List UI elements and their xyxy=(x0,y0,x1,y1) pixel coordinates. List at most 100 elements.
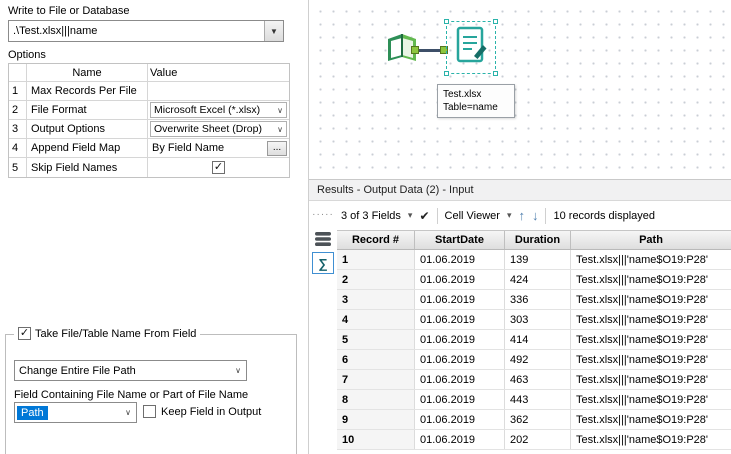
write-to-file-label: Write to File or Database xyxy=(8,5,130,17)
data-view-button[interactable] xyxy=(314,231,332,247)
startdate-cell: 01.06.2019 xyxy=(415,410,505,429)
row-number: 3 xyxy=(9,120,27,138)
file-format-dropdown[interactable]: Microsoft Excel (*.xlsx) ∨ xyxy=(150,102,287,118)
output-data-tool[interactable] xyxy=(454,25,488,67)
table-row[interactable]: 8 01.06.2019 443 Test.xlsx|||'name$O19:P… xyxy=(337,390,731,410)
records-displayed-label: 10 records displayed xyxy=(553,209,655,222)
cell-viewer-label[interactable]: Cell Viewer xyxy=(445,210,500,222)
file-path-value[interactable]: .\Test.xlsx|||name xyxy=(9,21,264,41)
record-number-cell: 5 xyxy=(337,330,415,349)
append-field-map-value: By Field Name xyxy=(152,142,225,154)
grid-header-row: Record # StartDate Duration Path xyxy=(337,230,731,250)
row-number: 1 xyxy=(9,82,27,100)
duration-cell: 336 xyxy=(505,290,571,309)
option-row-skip-field-names[interactable]: 5 Skip Field Names ✓ xyxy=(9,158,289,177)
table-row[interactable]: 3 01.06.2019 336 Test.xlsx|||'name$O19:P… xyxy=(337,290,731,310)
option-value-cell: Overwrite Sheet (Drop) ∨ xyxy=(148,120,289,138)
selection-handle[interactable] xyxy=(444,19,449,24)
file-name-mode-dropdown[interactable]: Change Entire File Path ∨ xyxy=(14,360,247,381)
results-side-strip: ····· ∑ xyxy=(309,201,337,454)
table-row[interactable]: 1 01.06.2019 139 Test.xlsx|||'name$O19:P… xyxy=(337,250,731,270)
duration-cell: 492 xyxy=(505,350,571,369)
keep-field-checkbox[interactable] xyxy=(143,405,156,418)
file-path-combobox[interactable]: .\Test.xlsx|||name ▼ xyxy=(8,20,284,42)
max-records-input[interactable] xyxy=(148,82,289,100)
tool-annotation[interactable]: Test.xlsx Table=name xyxy=(437,84,515,118)
header-startdate[interactable]: StartDate xyxy=(415,231,505,249)
metadata-view-button[interactable]: ∑ xyxy=(312,252,334,274)
toolbar-separator xyxy=(436,207,438,224)
startdate-cell: 01.06.2019 xyxy=(415,310,505,329)
workflow-canvas[interactable]: Test.xlsx Table=name xyxy=(308,0,731,179)
file-path-dropdown-button[interactable]: ▼ xyxy=(264,21,283,41)
option-row-append-field-map[interactable]: 4 Append Field Map By Field Name ... xyxy=(9,139,289,158)
drag-handle-icon[interactable]: ····· xyxy=(312,204,334,226)
results-title-bar: Results - Output Data (2) - Input xyxy=(309,179,731,201)
startdate-cell: 01.06.2019 xyxy=(415,290,505,309)
selection-handle[interactable] xyxy=(493,19,498,24)
option-name: Append Field Map xyxy=(27,139,148,157)
header-record-number[interactable]: Record # xyxy=(337,231,415,249)
path-cell: Test.xlsx|||'name$O19:P28' xyxy=(576,353,708,366)
record-number-cell: 7 xyxy=(337,370,415,389)
output-anchor[interactable] xyxy=(411,46,419,54)
path-cell: Test.xlsx|||'name$O19:P28' xyxy=(576,413,708,426)
table-row[interactable]: 6 01.06.2019 492 Test.xlsx|||'name$O19:P… xyxy=(337,350,731,370)
selection-handle[interactable] xyxy=(444,71,449,76)
record-number-cell: 6 xyxy=(337,350,415,369)
option-row-file-format[interactable]: 2 File Format Microsoft Excel (*.xlsx) ∨ xyxy=(9,101,289,120)
table-row[interactable]: 2 01.06.2019 424 Test.xlsx|||'name$O19:P… xyxy=(337,270,731,290)
output-data-config-panel: Write to File or Database .\Test.xlsx|||… xyxy=(0,0,308,454)
record-number-cell: 9 xyxy=(337,410,415,429)
record-number-cell: 1 xyxy=(337,250,415,269)
selection-handle[interactable] xyxy=(493,71,498,76)
output-options-dropdown[interactable]: Overwrite Sheet (Drop) ∨ xyxy=(150,121,287,137)
up-arrow-icon[interactable]: ↑ xyxy=(518,209,525,222)
output-data-tool-selection[interactable] xyxy=(444,19,498,76)
options-table: Name Value 1 Max Records Per File 2 File… xyxy=(8,63,290,178)
duration-cell: 202 xyxy=(505,430,571,449)
apply-check-icon[interactable]: ✔ xyxy=(419,209,429,223)
option-row-max-records[interactable]: 1 Max Records Per File xyxy=(9,82,289,101)
check-icon: ✓ xyxy=(213,161,224,173)
path-cell: Test.xlsx|||'name$O19:P28' xyxy=(576,313,708,326)
path-cell: Test.xlsx|||'name$O19:P28' xyxy=(576,273,708,286)
append-field-map-browse-button[interactable]: ... xyxy=(267,140,287,156)
fields-count-label[interactable]: 3 of 3 Fields xyxy=(341,210,401,222)
table-row[interactable]: 7 01.06.2019 463 Test.xlsx|||'name$O19:P… xyxy=(337,370,731,390)
take-file-name-checkbox[interactable]: ✓ xyxy=(18,327,31,340)
option-name: File Format xyxy=(27,101,148,119)
fields-dropdown-icon[interactable]: ▾ xyxy=(408,210,413,221)
sigma-glyph: ∑ xyxy=(318,255,328,271)
header-duration[interactable]: Duration xyxy=(505,231,571,249)
rows-icon xyxy=(315,232,331,246)
option-name: Max Records Per File xyxy=(27,82,148,100)
chevron-down-icon: ∨ xyxy=(117,403,136,422)
path-cell: Test.xlsx|||'name$O19:P28' xyxy=(576,393,708,406)
check-icon: ✓ xyxy=(19,327,30,339)
header-path[interactable]: Path xyxy=(571,231,731,249)
startdate-cell: 01.06.2019 xyxy=(415,430,505,449)
keep-field-option[interactable]: Keep Field in Output xyxy=(143,405,261,418)
path-cell: Test.xlsx|||'name$O19:P28' xyxy=(576,333,708,346)
option-row-output-options[interactable]: 3 Output Options Overwrite Sheet (Drop) … xyxy=(9,120,289,139)
file-format-value: Microsoft Excel (*.xlsx) xyxy=(154,104,261,116)
duration-cell: 362 xyxy=(505,410,571,429)
chevron-glyph: ∨ xyxy=(235,366,241,375)
record-number-cell: 10 xyxy=(337,430,415,449)
table-row[interactable]: 9 01.06.2019 362 Test.xlsx|||'name$O19:P… xyxy=(337,410,731,430)
down-arrow-icon[interactable]: ↓ xyxy=(532,209,539,222)
ellipsis-icon: ... xyxy=(272,142,282,153)
field-select-value: Path xyxy=(17,405,48,420)
skip-field-names-checkbox[interactable]: ✓ xyxy=(212,161,225,174)
output-data-tool-icon xyxy=(456,26,487,63)
options-header-value: Value xyxy=(150,66,178,79)
startdate-cell: 01.06.2019 xyxy=(415,330,505,349)
groupbox-legend: ✓ Take File/Table Name From Field xyxy=(14,327,201,340)
table-row[interactable]: 10 01.06.2019 202 Test.xlsx|||'name$O19:… xyxy=(337,430,731,450)
cell-viewer-dropdown-icon[interactable]: ▾ xyxy=(507,210,512,221)
table-row[interactable]: 4 01.06.2019 303 Test.xlsx|||'name$O19:P… xyxy=(337,310,731,330)
field-select-dropdown[interactable]: Path ∨ xyxy=(14,402,137,423)
keep-field-label: Keep Field in Output xyxy=(161,405,262,418)
table-row[interactable]: 5 01.06.2019 414 Test.xlsx|||'name$O19:P… xyxy=(337,330,731,350)
